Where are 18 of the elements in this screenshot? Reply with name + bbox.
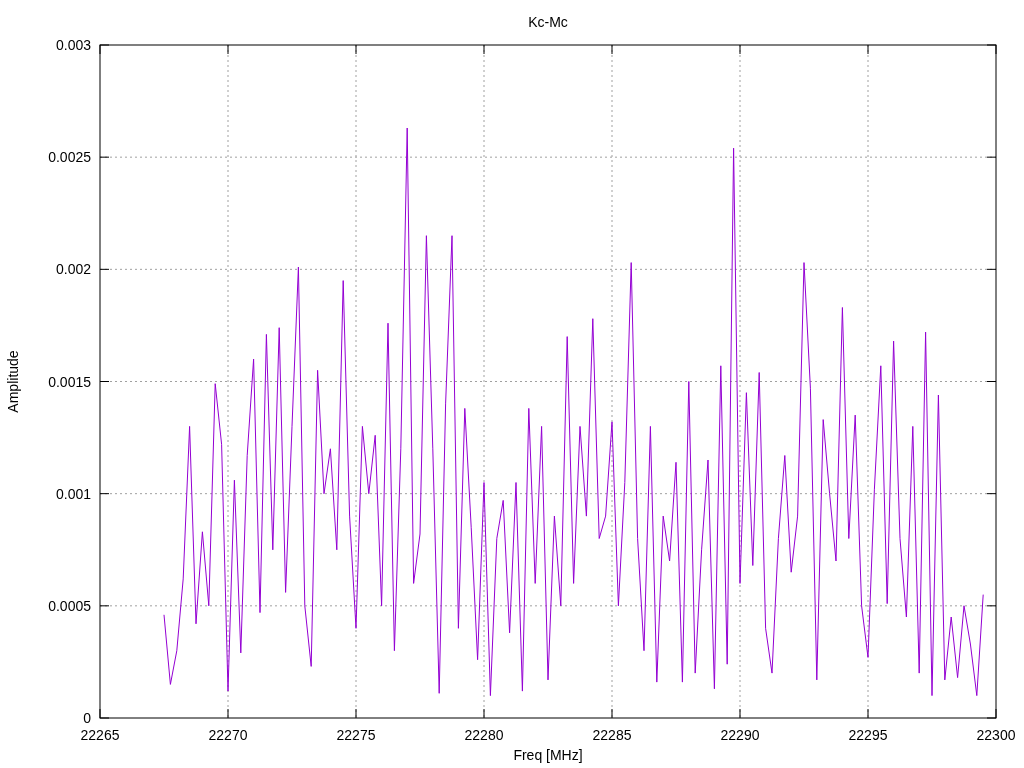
- tick-label: 22290: [720, 727, 760, 743]
- x-axis-label: Freq [MHz]: [513, 747, 583, 763]
- tick-label: 22300: [976, 727, 1016, 743]
- chart-title: Kc-Mc: [528, 14, 568, 30]
- tick-label: 22285: [592, 727, 632, 743]
- tick-label: 0.0005: [48, 597, 91, 614]
- tick-label: 0.002: [55, 261, 91, 278]
- tick-label: 22265: [80, 727, 120, 743]
- tick-label: 0.001: [55, 485, 91, 502]
- tick-label: 0.0025: [48, 149, 91, 166]
- tick-label: 22295: [848, 727, 888, 743]
- tick-label: 0.003: [55, 37, 91, 53]
- tick-label: 0.0015: [48, 373, 91, 390]
- tick-label: 22280: [464, 727, 504, 743]
- tick-label: 0: [83, 710, 91, 726]
- tick-label: 22270: [208, 727, 248, 743]
- y-axis-label: Amplitude: [5, 350, 21, 413]
- tick-label: 22275: [336, 727, 376, 743]
